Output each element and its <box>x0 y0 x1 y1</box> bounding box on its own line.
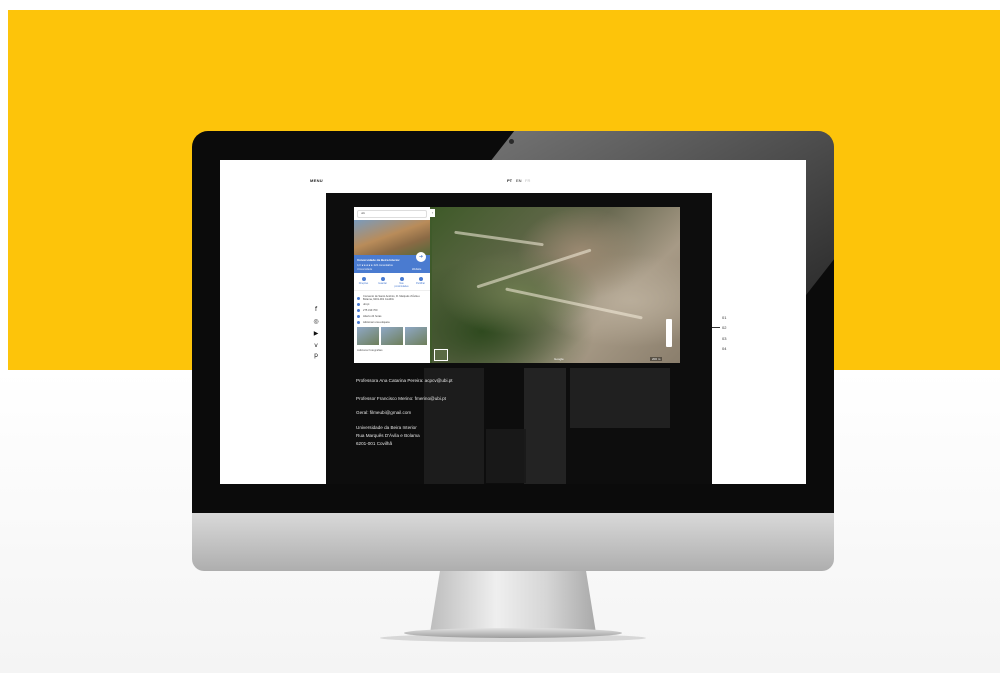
phone-icon <box>357 309 360 312</box>
action-label: Direções <box>358 282 369 285</box>
map-search-input[interactable] <box>357 210 427 218</box>
address-row[interactable]: Convento de Santo António, R. Marquês d'… <box>357 295 427 301</box>
photo-thumbnail[interactable] <box>357 327 379 345</box>
youtube-icon[interactable]: ▶ <box>312 330 320 338</box>
pager-item-04[interactable]: 04 <box>722 346 726 351</box>
contact-panel: ubi Universidade da Beira Interior 4,3 ★… <box>326 193 712 484</box>
vimeo-icon[interactable]: v <box>312 342 320 350</box>
zoom-controls[interactable] <box>666 319 672 347</box>
satellite-map[interactable] <box>432 207 680 363</box>
showcase-stage: MENU PT EN FR f ◎ ▶ v p 01 02 03 04 ubi … <box>0 0 1000 673</box>
directions-action-icon <box>361 277 366 281</box>
clock-icon <box>357 315 360 318</box>
pin-icon <box>357 296 360 300</box>
place-title: Universidade da Beira Interior <box>357 258 400 262</box>
camera-icon <box>509 139 514 144</box>
google-map-embed[interactable]: ubi Universidade da Beira Interior 4,3 ★… <box>354 207 680 363</box>
pager-active-indicator <box>712 327 720 328</box>
save-button[interactable]: Guardar <box>374 275 392 290</box>
map-search-text: ubi <box>361 211 366 215</box>
hours-text: Aberto 24 horas <box>363 315 382 318</box>
pager-item-01[interactable]: 01 <box>722 315 726 320</box>
website-link[interactable]: Website <box>412 268 421 271</box>
background-photo <box>486 429 526 483</box>
label-row[interactable]: Adicionar uma etiqueta <box>357 321 427 324</box>
share-icon <box>418 277 423 281</box>
google-brand: Google <box>554 357 564 361</box>
place-card: ubi Universidade da Beira Interior 4,3 ★… <box>354 207 430 363</box>
place-actions: Direções Guardar Nas proximidades Partil… <box>354 275 430 291</box>
facebook-icon[interactable]: f <box>312 306 320 314</box>
label-text: Adicionar uma etiqueta <box>363 321 390 324</box>
monitor-stand <box>430 571 596 633</box>
bookmark-icon <box>380 277 385 281</box>
pager-item-02[interactable]: 02 <box>722 325 726 330</box>
contact-address-1: Universidade da Beira Interior <box>356 425 417 430</box>
place-photo[interactable] <box>354 220 430 255</box>
website-text: ubi.pt <box>363 303 370 306</box>
map-scale: 200 m <box>650 357 663 361</box>
monitor-screen: MENU PT EN FR f ◎ ▶ v p 01 02 03 04 ubi … <box>220 160 806 484</box>
website-row[interactable]: ubi.pt <box>357 303 427 306</box>
action-label: Guardar <box>378 282 387 285</box>
instagram-icon[interactable]: ◎ <box>312 318 320 326</box>
nearby-icon <box>399 277 404 281</box>
pager-item-03[interactable]: 03 <box>722 336 726 341</box>
contact-email[interactable]: Geral: filmeubi@gmail.com <box>356 410 411 416</box>
add-photos-link[interactable]: Adicionar fotografias <box>357 348 383 352</box>
address-text: Convento de Santo António, R. Marquês d'… <box>363 295 420 301</box>
pinterest-icon[interactable]: p <box>312 352 320 360</box>
flag-icon <box>357 321 360 324</box>
photo-thumbnail[interactable] <box>381 327 403 345</box>
phone-row[interactable]: 275 319 700 <box>357 309 427 312</box>
hours-row[interactable]: Aberto 24 horas <box>357 315 427 318</box>
background-photo <box>524 368 566 484</box>
lang-pt[interactable]: PT <box>507 178 512 183</box>
share-button[interactable]: Partilhar <box>412 275 430 290</box>
place-rating[interactable]: 4,3 ★★★★★ 224 comentários <box>357 264 393 267</box>
background-photo <box>424 368 484 484</box>
contact-address-2: Rua Marquês D'Ávila e Bolama <box>356 433 420 438</box>
place-type: Universidade <box>357 268 373 271</box>
lang-fr[interactable]: FR <box>525 178 530 183</box>
collapse-panel-button[interactable]: ‹ <box>430 209 435 217</box>
globe-icon <box>357 303 360 306</box>
directions-icon[interactable]: ➜ <box>416 252 426 262</box>
lang-en[interactable]: EN <box>516 178 522 183</box>
directions-button[interactable]: Direções <box>355 275 373 290</box>
menu-button[interactable]: MENU <box>310 178 323 183</box>
contact-line-2: Professor Francisco Merino: fmerino@ubi.… <box>356 396 446 401</box>
action-label: Nas proximidades <box>394 282 409 288</box>
action-label: Partilhar <box>416 282 425 285</box>
apple-logo-icon <box>501 525 525 551</box>
nearby-button[interactable]: Nas proximidades <box>393 275 411 290</box>
contact-address-3: 6201-001 Covilhã <box>356 441 393 446</box>
map-layer-toggle[interactable] <box>434 349 448 361</box>
background-photo <box>570 368 670 428</box>
photo-thumbnail[interactable] <box>405 327 427 345</box>
phone-text: 275 319 700 <box>363 309 378 312</box>
monitor-base <box>404 628 622 638</box>
contact-line-1: Professora Ana Catarina Pereira: acpcv@u… <box>356 378 453 383</box>
